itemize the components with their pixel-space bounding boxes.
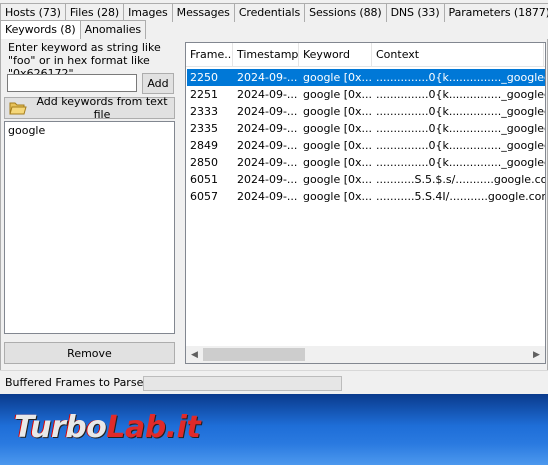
buffered-frames-label: Buffered Frames to Parse: <box>5 376 148 389</box>
watermark-part1: Turbo <box>14 410 107 445</box>
cell-frame: 2850 <box>190 156 218 169</box>
cell-context: ...........5.S.4I/...........google.com <box>376 190 545 203</box>
table-row[interactable]: 2333 2024-09-... google [0x... .........… <box>187 103 545 120</box>
cell-frame: 2251 <box>190 88 218 101</box>
table-row[interactable]: 6057 2024-09-... google [0x... .........… <box>187 188 545 205</box>
cell-context: ...............0{k..............._google… <box>376 139 545 152</box>
cell-keyword: google [0x... <box>303 122 373 135</box>
keyword-input[interactable] <box>7 74 137 92</box>
cell-context: ...............0{k..............._google… <box>376 122 545 135</box>
table-row[interactable]: 2849 2024-09-... google [0x... .........… <box>187 137 545 154</box>
tab-keywords[interactable]: Keywords (8) <box>0 20 81 40</box>
column-header-frame[interactable]: Frame... <box>186 43 233 67</box>
keyword-list-item[interactable]: google <box>8 124 171 137</box>
cell-keyword: google [0x... <box>303 71 373 84</box>
tab-messages[interactable]: Messages <box>171 3 235 22</box>
tab-parameters[interactable]: Parameters (1877) <box>443 3 548 22</box>
cell-timestamp: 2024-09-... <box>237 156 298 169</box>
cell-timestamp: 2024-09-... <box>237 71 298 84</box>
tab-anomalies[interactable]: Anomalies <box>79 20 146 39</box>
column-header-keyword[interactable]: Keyword <box>299 43 372 67</box>
cell-keyword: google [0x... <box>303 156 373 169</box>
cell-context: ...............0{k..............._google… <box>376 88 545 101</box>
cell-frame: 6051 <box>190 173 218 186</box>
cell-keyword: google [0x... <box>303 139 373 152</box>
folder-open-icon <box>9 101 27 115</box>
tab-credentials[interactable]: Credentials <box>233 3 306 22</box>
cell-frame: 2250 <box>190 71 218 84</box>
cell-timestamp: 2024-09-... <box>237 190 298 203</box>
keyword-results-grid[interactable]: Frame... Timestamp Keyword Context 2250 … <box>185 42 546 364</box>
watermark-part2: Lab.it <box>106 410 201 445</box>
tab-strip-top: Hosts (73) Files (28) Images Messages Cr… <box>0 2 548 22</box>
scrollbar-thumb[interactable] <box>203 348 305 361</box>
cell-keyword: google [0x... <box>303 173 373 186</box>
cell-timestamp: 2024-09-... <box>237 88 298 101</box>
table-row[interactable]: 2335 2024-09-... google [0x... .........… <box>187 120 545 137</box>
keyword-list[interactable]: google <box>4 121 175 334</box>
tab-dns[interactable]: DNS (33) <box>385 3 445 22</box>
cell-keyword: google [0x... <box>303 190 373 203</box>
cell-timestamp: 2024-09-... <box>237 122 298 135</box>
column-header-timestamp[interactable]: Timestamp <box>233 43 299 67</box>
cell-timestamp: 2024-09-... <box>237 139 298 152</box>
table-row[interactable]: 2250 2024-09-... google [0x... .........… <box>187 69 545 86</box>
table-row[interactable]: 2850 2024-09-... google [0x... .........… <box>187 154 545 171</box>
add-keywords-from-file-label: Add keywords from text file <box>36 95 168 121</box>
column-header-context[interactable]: Context <box>372 43 544 67</box>
cell-frame: 2335 <box>190 122 218 135</box>
scroll-right-icon[interactable]: ▶ <box>528 346 545 363</box>
tab-sessions[interactable]: Sessions (88) <box>304 3 387 22</box>
grid-header: Frame... Timestamp Keyword Context <box>186 43 545 67</box>
grid-rows: 2250 2024-09-... google [0x... .........… <box>187 69 545 205</box>
cell-keyword: google [0x... <box>303 88 373 101</box>
cell-frame: 6057 <box>190 190 218 203</box>
cell-frame: 2333 <box>190 105 218 118</box>
cell-frame: 2849 <box>190 139 218 152</box>
watermark-logo: TurboLab.it <box>14 410 201 445</box>
cell-context: ...............0{k..............._google… <box>376 71 545 84</box>
table-row[interactable]: 2251 2024-09-... google [0x... .........… <box>187 86 545 103</box>
horizontal-scrollbar[interactable]: ◀ ▶ <box>186 346 545 363</box>
cell-context: ...........S.5.$.s/...........google.com <box>376 173 545 186</box>
add-keyword-button[interactable]: Add <box>142 73 174 94</box>
cell-timestamp: 2024-09-... <box>237 105 298 118</box>
cell-keyword: google [0x... <box>303 105 373 118</box>
cell-context: ...............0{k..............._google… <box>376 156 545 169</box>
tab-strip-bottom: Keywords (8) Anomalies <box>0 20 548 40</box>
cell-timestamp: 2024-09-... <box>237 173 298 186</box>
table-row[interactable]: 6051 2024-09-... google [0x... .........… <box>187 171 545 188</box>
buffered-frames-progress <box>143 376 342 391</box>
remove-keyword-button[interactable]: Remove <box>4 342 175 364</box>
status-bar: Buffered Frames to Parse: <box>0 370 548 394</box>
add-keywords-from-file-button[interactable]: Add keywords from text file <box>4 95 175 121</box>
scroll-left-icon[interactable]: ◀ <box>186 346 203 363</box>
desktop-background: TurboLab.it <box>0 394 548 465</box>
cell-context: ...............0{k..............._google… <box>376 105 545 118</box>
